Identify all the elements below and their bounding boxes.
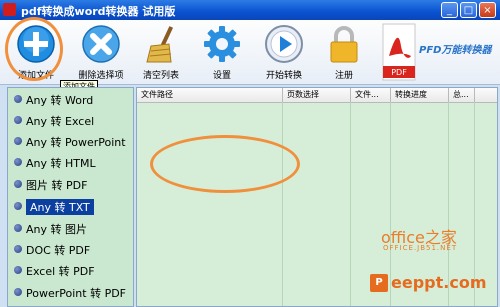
- minimize-button[interactable]: _: [441, 2, 458, 18]
- radio-icon: [14, 116, 22, 124]
- maximize-button[interactable]: □: [460, 2, 477, 18]
- title-bar: pdf转换成word转换器 试用版 _ □ ×: [0, 0, 500, 20]
- grid-line: [350, 102, 351, 306]
- settings-label: 设置: [212, 71, 231, 81]
- pdf-app-icon: [3, 3, 16, 16]
- delete-icon: [82, 25, 120, 63]
- file-list-header: 文件路径 页数选择 文件... 转换进度 总...: [137, 88, 497, 103]
- clear-list-label: 清空列表: [142, 71, 179, 81]
- conv-item-doc-pdf[interactable]: DOC 转 PDF: [8, 239, 133, 259]
- radio-icon: [14, 137, 22, 145]
- column-total[interactable]: 总...: [449, 88, 475, 102]
- conv-item-excel-pdf[interactable]: Excel 转 PDF: [8, 260, 133, 280]
- grid-line: [282, 102, 283, 306]
- conv-label: Any 转 TXT: [26, 199, 94, 215]
- brand-logo: PDF PFD万能转换器: [378, 20, 500, 84]
- radio-icon: [14, 158, 22, 166]
- window-title: pdf转换成word转换器 试用版: [21, 5, 176, 18]
- close-button[interactable]: ×: [479, 2, 496, 18]
- pdf-document-icon: PDF: [382, 23, 416, 81]
- conv-item-any-txt[interactable]: Any 转 TXT: [8, 196, 133, 216]
- column-file[interactable]: 文件...: [351, 88, 391, 102]
- radio-icon: [14, 245, 22, 253]
- conv-item-any-image[interactable]: Any 转 图片: [8, 218, 133, 238]
- conv-label: PowerPoint 转 PDF: [26, 287, 126, 300]
- lock-icon: [330, 26, 358, 63]
- start-convert-button[interactable]: 开始转换: [258, 22, 310, 81]
- watermark-site2: eeppt.com: [391, 273, 487, 292]
- gear-icon: [204, 26, 240, 62]
- conv-label: DOC 转 PDF: [26, 244, 91, 257]
- radio-icon: [14, 288, 22, 296]
- conv-label: Any 转 PowerPoint: [26, 136, 126, 149]
- conv-label: Any 转 Excel: [26, 115, 95, 128]
- conv-item-powerpoint-pdf[interactable]: PowerPoint 转 PDF: [8, 282, 133, 302]
- conv-item-image-pdf[interactable]: 图片 转 PDF: [8, 174, 133, 194]
- conv-item-any-word[interactable]: Any 转 Word: [8, 89, 133, 109]
- play-icon: [265, 25, 303, 63]
- conv-label: Any 转 图片: [26, 223, 87, 236]
- ppt-logo-icon: P: [370, 274, 388, 292]
- broom-icon: [146, 26, 174, 63]
- conv-label: Excel 转 PDF: [26, 265, 95, 278]
- settings-button[interactable]: 设置: [196, 22, 248, 81]
- conv-label: Any 转 Word: [26, 94, 94, 107]
- radio-icon: [14, 95, 22, 103]
- start-convert-label: 开始转换: [265, 71, 302, 81]
- pdf-badge-text: PDF: [391, 68, 407, 77]
- column-page-select[interactable]: 页数选择: [283, 88, 351, 102]
- brand-title: PFD万能转换器: [419, 45, 492, 56]
- conv-label: 图片 转 PDF: [26, 179, 88, 192]
- conv-item-any-excel[interactable]: Any 转 Excel: [8, 110, 133, 130]
- watermark-site1-url: OFFICE.JB51.NET: [383, 244, 458, 252]
- radio-icon: [14, 266, 22, 274]
- conv-item-any-html[interactable]: Any 转 HTML: [8, 152, 133, 172]
- highlight-circle: [5, 17, 63, 81]
- toolbar: 添加文件 删除选择项 清空列表 设置 开始转换 注册 PDF PFD万能转换器: [0, 20, 500, 85]
- conversion-list: Any 转 Word Any 转 Excel Any 转 PowerPoint …: [7, 87, 134, 307]
- conv-item-any-powerpoint[interactable]: Any 转 PowerPoint: [8, 131, 133, 151]
- column-progress[interactable]: 转换进度: [391, 88, 449, 102]
- register-button[interactable]: 注册: [318, 22, 370, 81]
- delete-selected-button[interactable]: 删除选择项: [70, 22, 132, 81]
- clear-list-button[interactable]: 清空列表: [135, 22, 187, 81]
- radio-icon: [14, 202, 22, 210]
- radio-icon: [14, 224, 22, 232]
- conv-label: Any 转 HTML: [26, 157, 96, 170]
- column-file-path[interactable]: 文件路径: [137, 88, 283, 102]
- radio-icon: [14, 180, 22, 188]
- highlight-ellipse: [150, 135, 300, 193]
- register-label: 注册: [334, 71, 353, 81]
